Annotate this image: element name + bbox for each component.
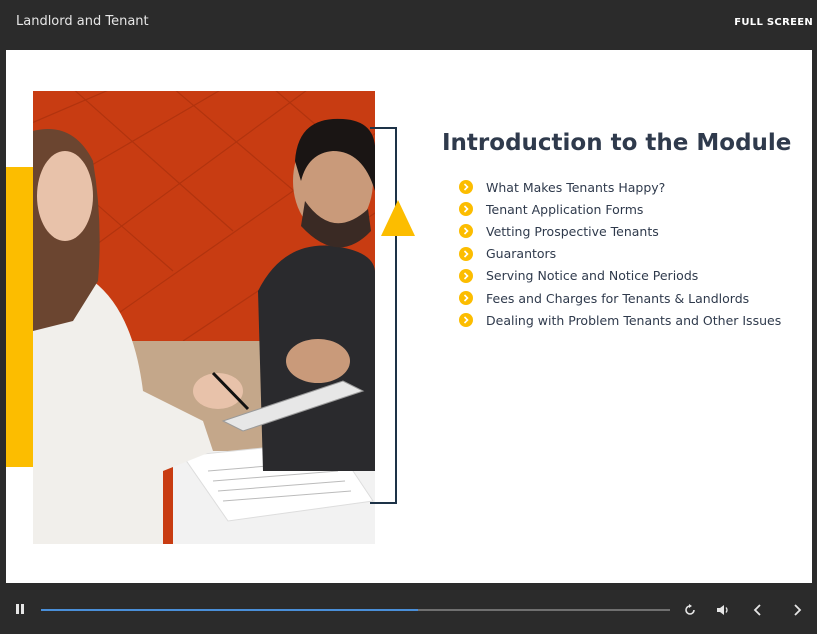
slide-heading: Introduction to the Module [442, 130, 792, 156]
decorative-frame [370, 127, 397, 504]
previous-icon[interactable] [750, 601, 766, 619]
chevron-right-icon [459, 202, 473, 217]
replay-icon[interactable] [682, 602, 698, 618]
top-bar: Landlord and Tenant FULL SCREEN [0, 0, 817, 50]
list-item: Serving Notice and Notice Periods [459, 265, 781, 287]
volume-icon[interactable] [715, 602, 733, 618]
yellow-accent-bar [6, 167, 34, 467]
progress-bar[interactable] [41, 609, 670, 611]
pause-icon[interactable] [12, 600, 28, 618]
list-item-label: Guarantors [486, 246, 557, 262]
next-icon[interactable] [789, 601, 805, 619]
list-item: Vetting Prospective Tenants [459, 220, 781, 242]
list-item-label: Serving Notice and Notice Periods [486, 268, 699, 284]
topic-list: What Makes Tenants Happy? Tenant Applica… [459, 176, 781, 331]
yellow-triangle [381, 200, 415, 236]
list-item-label: Dealing with Problem Tenants and Other I… [486, 312, 782, 328]
list-item: Dealing with Problem Tenants and Other I… [459, 309, 781, 331]
list-item-label: Tenant Application Forms [486, 201, 644, 217]
chevron-right-icon [459, 291, 473, 306]
list-item: What Makes Tenants Happy? [459, 176, 781, 198]
chevron-right-icon [459, 313, 473, 328]
list-item-label: Vetting Prospective Tenants [486, 223, 659, 239]
full-screen-button[interactable]: FULL SCREEN [734, 17, 813, 28]
chevron-right-icon [459, 180, 473, 195]
slide: Introduction to the Module What Makes Te… [6, 50, 812, 583]
list-item: Fees and Charges for Tenants & Landlords [459, 287, 781, 309]
list-item: Guarantors [459, 243, 781, 265]
player-controls [0, 583, 817, 634]
slide-photo [33, 91, 375, 544]
list-item-label: What Makes Tenants Happy? [486, 179, 666, 195]
progress-fill [41, 609, 419, 611]
list-item-label: Fees and Charges for Tenants & Landlords [486, 290, 750, 306]
list-item: Tenant Application Forms [459, 198, 781, 220]
chevron-right-icon [459, 246, 473, 261]
course-title: Landlord and Tenant [16, 14, 149, 29]
chevron-right-icon [459, 268, 473, 283]
chevron-right-icon [459, 224, 473, 239]
